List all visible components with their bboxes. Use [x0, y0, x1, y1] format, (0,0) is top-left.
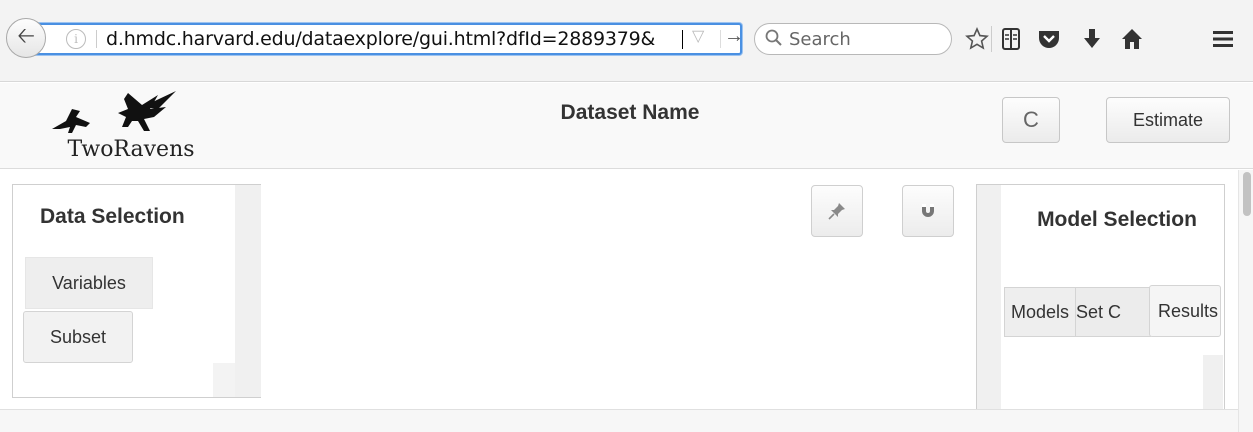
browser-toolbar: i d.hmdc.harvard.edu/dataexplore/gui.htm… — [0, 0, 1253, 82]
back-button[interactable]: 🡠 — [6, 18, 46, 58]
panel-scrollbar[interactable] — [235, 185, 261, 397]
back-arrow-icon: 🡠 — [17, 23, 35, 48]
search-input[interactable] — [789, 28, 939, 50]
raven-icon — [52, 91, 176, 133]
url-bar[interactable]: i d.hmdc.harvard.edu/dataexplore/gui.htm… — [30, 23, 744, 55]
magnet-button[interactable] — [902, 185, 954, 237]
tab-set-covariate[interactable]: Set C — [1075, 287, 1151, 337]
menu-icon[interactable] — [1208, 24, 1238, 54]
bottom-bar — [0, 409, 1238, 432]
logo-text: TwoRavens — [67, 137, 195, 162]
magnet-icon — [922, 204, 934, 217]
go-arrow-icon[interactable]: → — [724, 25, 744, 48]
home-icon[interactable] — [1117, 24, 1147, 54]
dataset-title: Dataset Name — [560, 101, 700, 124]
bookmark-star-icon[interactable] — [962, 24, 992, 54]
data-selection-title: Data Selection — [40, 205, 185, 228]
tworavens-logo: TwoRavens — [46, 87, 216, 167]
tab-results[interactable]: Results — [1149, 285, 1221, 337]
tab-models[interactable]: Models — [1004, 287, 1086, 337]
reset-button[interactable]: C — [1002, 97, 1060, 143]
search-icon — [765, 29, 782, 46]
app-header: TwoRavens Dataset Name C Estimate — [0, 83, 1253, 169]
toolbar-divider — [991, 26, 992, 52]
tab-subset[interactable]: Subset — [23, 311, 133, 363]
panel-scroll-track — [213, 363, 235, 397]
model-selection-panel: Model Selection Models Set C Results — [976, 184, 1225, 415]
url-divider — [720, 30, 721, 48]
estimate-button[interactable]: Estimate — [1106, 97, 1230, 143]
pocket-icon[interactable] — [1034, 24, 1064, 54]
data-selection-panel: Data Selection Variables Subset — [12, 184, 261, 398]
url-divider — [96, 30, 97, 48]
model-selection-title: Model Selection — [1037, 208, 1197, 231]
download-icon[interactable] — [1077, 24, 1107, 54]
panel-scrollbar[interactable] — [1203, 355, 1223, 415]
reset-icon: C — [1023, 107, 1039, 132]
url-dropdown-icon[interactable]: ▽ — [692, 26, 704, 46]
url-text[interactable]: d.hmdc.harvard.edu/dataexplore/gui.html?… — [106, 28, 655, 50]
tab-variables[interactable]: Variables — [25, 257, 153, 309]
page-scroll-thumb[interactable] — [1243, 172, 1251, 216]
pin-icon — [828, 203, 845, 220]
panel-scrollbar[interactable] — [977, 185, 1001, 413]
pin-button[interactable] — [811, 185, 863, 237]
info-icon[interactable]: i — [66, 29, 86, 49]
text-cursor — [682, 30, 683, 49]
search-box[interactable] — [754, 23, 952, 55]
reading-list-icon[interactable] — [996, 24, 1026, 54]
